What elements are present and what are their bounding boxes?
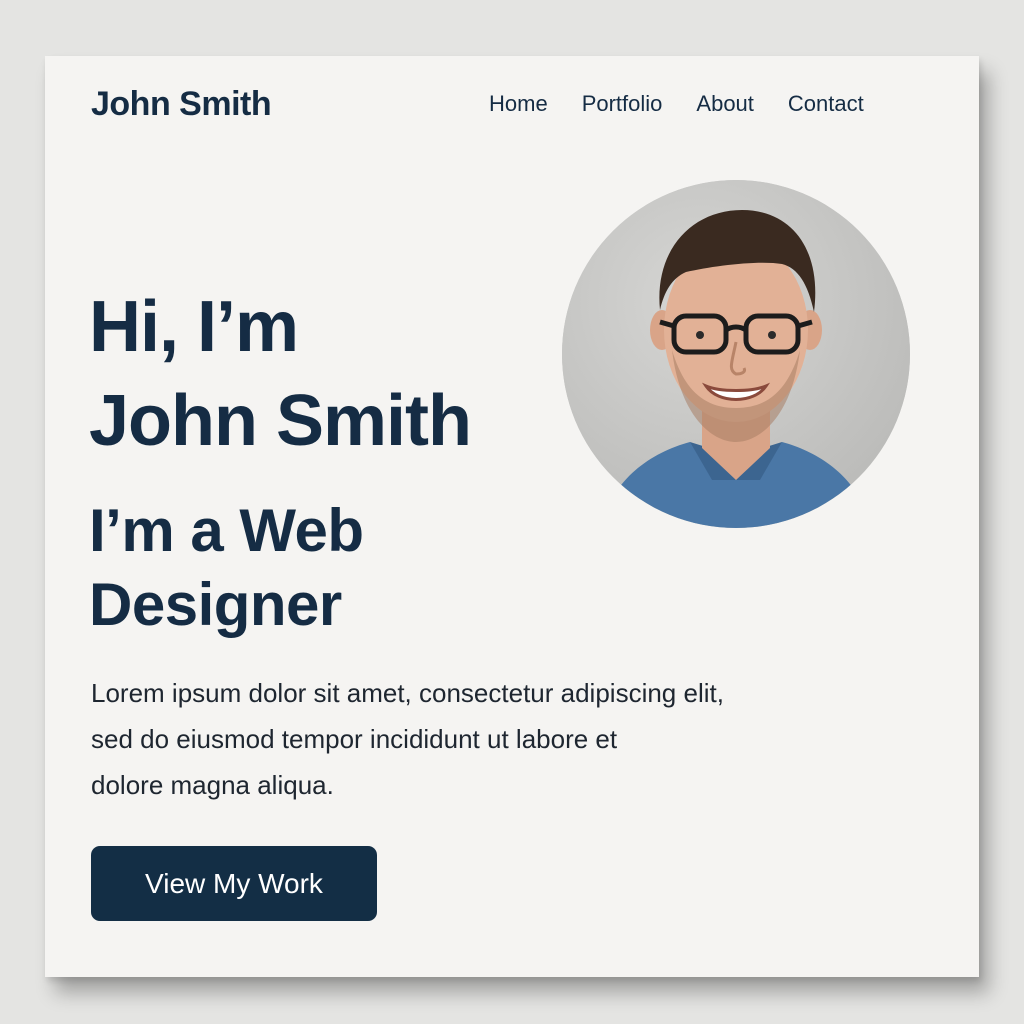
intro-line-3: dolore magna aliqua. (91, 770, 334, 800)
hero-subheading-line-1: I’m a Web (89, 497, 364, 564)
nav-about-link[interactable]: About (696, 90, 754, 118)
nav-contact-link[interactable]: Contact (788, 90, 864, 118)
hero-subheading: I’m a Web Designer (89, 494, 364, 642)
profile-photo-illustration (562, 180, 910, 528)
profile-photo (562, 180, 910, 528)
main-nav: Home Portfolio About Contact (489, 90, 864, 118)
intro-line-2: sed do eiusmod tempor incididunt ut labo… (91, 724, 618, 754)
nav-home-link[interactable]: Home (489, 90, 548, 118)
hero-heading: Hi, I’m John Smith (89, 280, 472, 468)
intro-line-1: Lorem ipsum dolor sit amet, consectetur … (91, 678, 724, 708)
portfolio-card: John Smith Home Portfolio About Contact … (45, 56, 979, 977)
nav-portfolio-link[interactable]: Portfolio (582, 90, 663, 118)
hero-heading-line-1: Hi, I’m (89, 287, 299, 367)
brand-logo-text[interactable]: John Smith (91, 84, 272, 124)
view-my-work-button[interactable]: View My Work (91, 846, 377, 921)
intro-paragraph: Lorem ipsum dolor sit amet, consectetur … (91, 670, 851, 808)
hero-subheading-line-2: Designer (89, 571, 342, 638)
hero-heading-line-2: John Smith (89, 381, 472, 461)
